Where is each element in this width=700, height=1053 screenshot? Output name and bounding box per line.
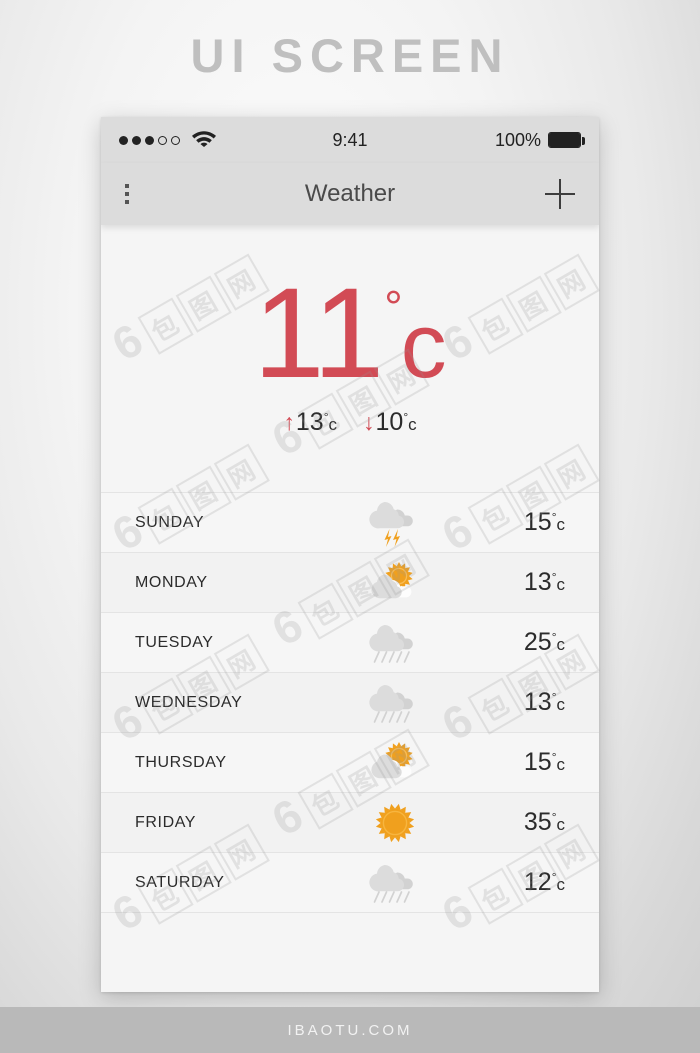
forecast-temperature: 15°c [455,508,565,537]
forecast-row[interactable]: TUESDAY 25°c [101,613,599,673]
forecast-day-label: FRIDAY [135,813,197,831]
current-temp-unit: c [400,295,447,398]
forecast-row[interactable]: MONDAY 13°c [101,553,599,613]
forecast-row[interactable]: THURSDAY 15°c [101,733,599,793]
forecast-temp-degree: ° [551,690,557,704]
low-temp-unit: c [408,414,417,434]
status-bar-right: 100% [494,129,585,151]
status-bar: 9:41 100% [101,117,599,163]
forecast-temp-value: 13 [523,568,552,596]
forecast-temp-unit: c [556,515,566,534]
forecast-day-label: THURSDAY [135,753,227,771]
battery-full-icon [548,132,585,148]
battery-percent-label: 100% [494,129,541,150]
high-temperature: ↑ 13 ° c [283,408,337,437]
low-temperature: ↓ 10 ° c [363,408,417,437]
forecast-temp-degree: ° [551,750,557,764]
thunderstorm-icon [335,498,455,548]
forecast-temperature: 13°c [455,568,565,597]
phone-mockup: 9:41 100% Weather 11 ° c ↑ 13 ° c ↓ 10 ° c SUN… [101,117,599,992]
forecast-temperature: 25°c [455,628,565,657]
forecast-row[interactable]: SUNDAY 15°c [101,493,599,553]
forecast-temp-unit: c [556,875,566,894]
forecast-temp-degree: ° [551,510,557,524]
kebab-menu-icon[interactable] [125,184,129,204]
forecast-temp-unit: c [556,635,566,654]
sun-icon [335,800,455,846]
current-temp-value: 11 [253,262,384,406]
arrow-down-icon: ↓ [363,408,375,435]
footer-bar: IBAOTU.COM [0,1007,700,1053]
plus-icon[interactable] [545,179,575,209]
forecast-temp-degree: ° [551,810,557,824]
forecast-temp-value: 15 [523,508,552,536]
signal-strength-icon [119,135,180,145]
forecast-row[interactable]: FRIDAY 35°c [101,793,599,853]
arrow-up-icon: ↑ [283,408,295,435]
rain-cloud-icon [335,859,455,907]
forecast-list: SUNDAY 15°c MONDAY 13°c TUESDAY 25°c WEDNES… [101,493,599,913]
wifi-icon [191,128,217,152]
forecast-temp-unit: c [556,815,566,834]
forecast-temp-value: 15 [523,748,552,776]
forecast-day-label: WEDNESDAY [135,693,243,711]
low-temp-degree: ° [403,409,409,424]
forecast-temp-unit: c [556,755,566,774]
high-low-row: ↑ 13 ° c ↓ 10 ° c [283,408,416,437]
forecast-day-label: SUNDAY [135,513,205,531]
status-bar-left [119,128,217,152]
forecast-temperature: 13°c [455,688,565,717]
high-temp-value: 13 [295,407,324,436]
forecast-row[interactable]: SATURDAY 12°c [101,853,599,913]
rain-cloud-icon [335,679,455,727]
rain-cloud-icon [335,619,455,667]
current-temperature: 11 ° c [253,262,447,406]
forecast-temp-unit: c [556,575,566,594]
forecast-day-label: SATURDAY [135,873,225,891]
high-temp-degree: ° [323,409,329,424]
page-title: UI SCREEN [190,29,510,82]
low-temp-value: 10 [375,407,404,436]
partly-cloudy-icon [335,740,455,786]
forecast-temperature: 35°c [455,808,565,837]
current-weather-panel: 11 ° c ↑ 13 ° c ↓ 10 ° c [101,225,599,493]
forecast-temperature: 12°c [455,868,565,897]
forecast-temp-degree: ° [551,630,557,644]
footer-text: IBAOTU.COM [287,1021,413,1039]
forecast-temp-degree: ° [551,870,557,884]
nav-bar: Weather [101,163,599,225]
high-temp-unit: c [328,414,338,434]
forecast-day-label: TUESDAY [135,633,214,651]
forecast-temperature: 15°c [455,748,565,777]
forecast-temp-value: 12 [523,868,552,896]
forecast-temp-value: 35 [523,808,552,836]
forecast-row[interactable]: WEDNESDAY 13°c [101,673,599,733]
partly-cloudy-icon [335,560,455,606]
forecast-day-label: MONDAY [135,573,208,591]
forecast-temp-value: 25 [523,628,552,656]
nav-title: Weather [304,180,396,207]
forecast-temp-value: 13 [523,688,552,716]
forecast-temp-degree: ° [551,570,557,584]
forecast-temp-unit: c [556,695,566,714]
